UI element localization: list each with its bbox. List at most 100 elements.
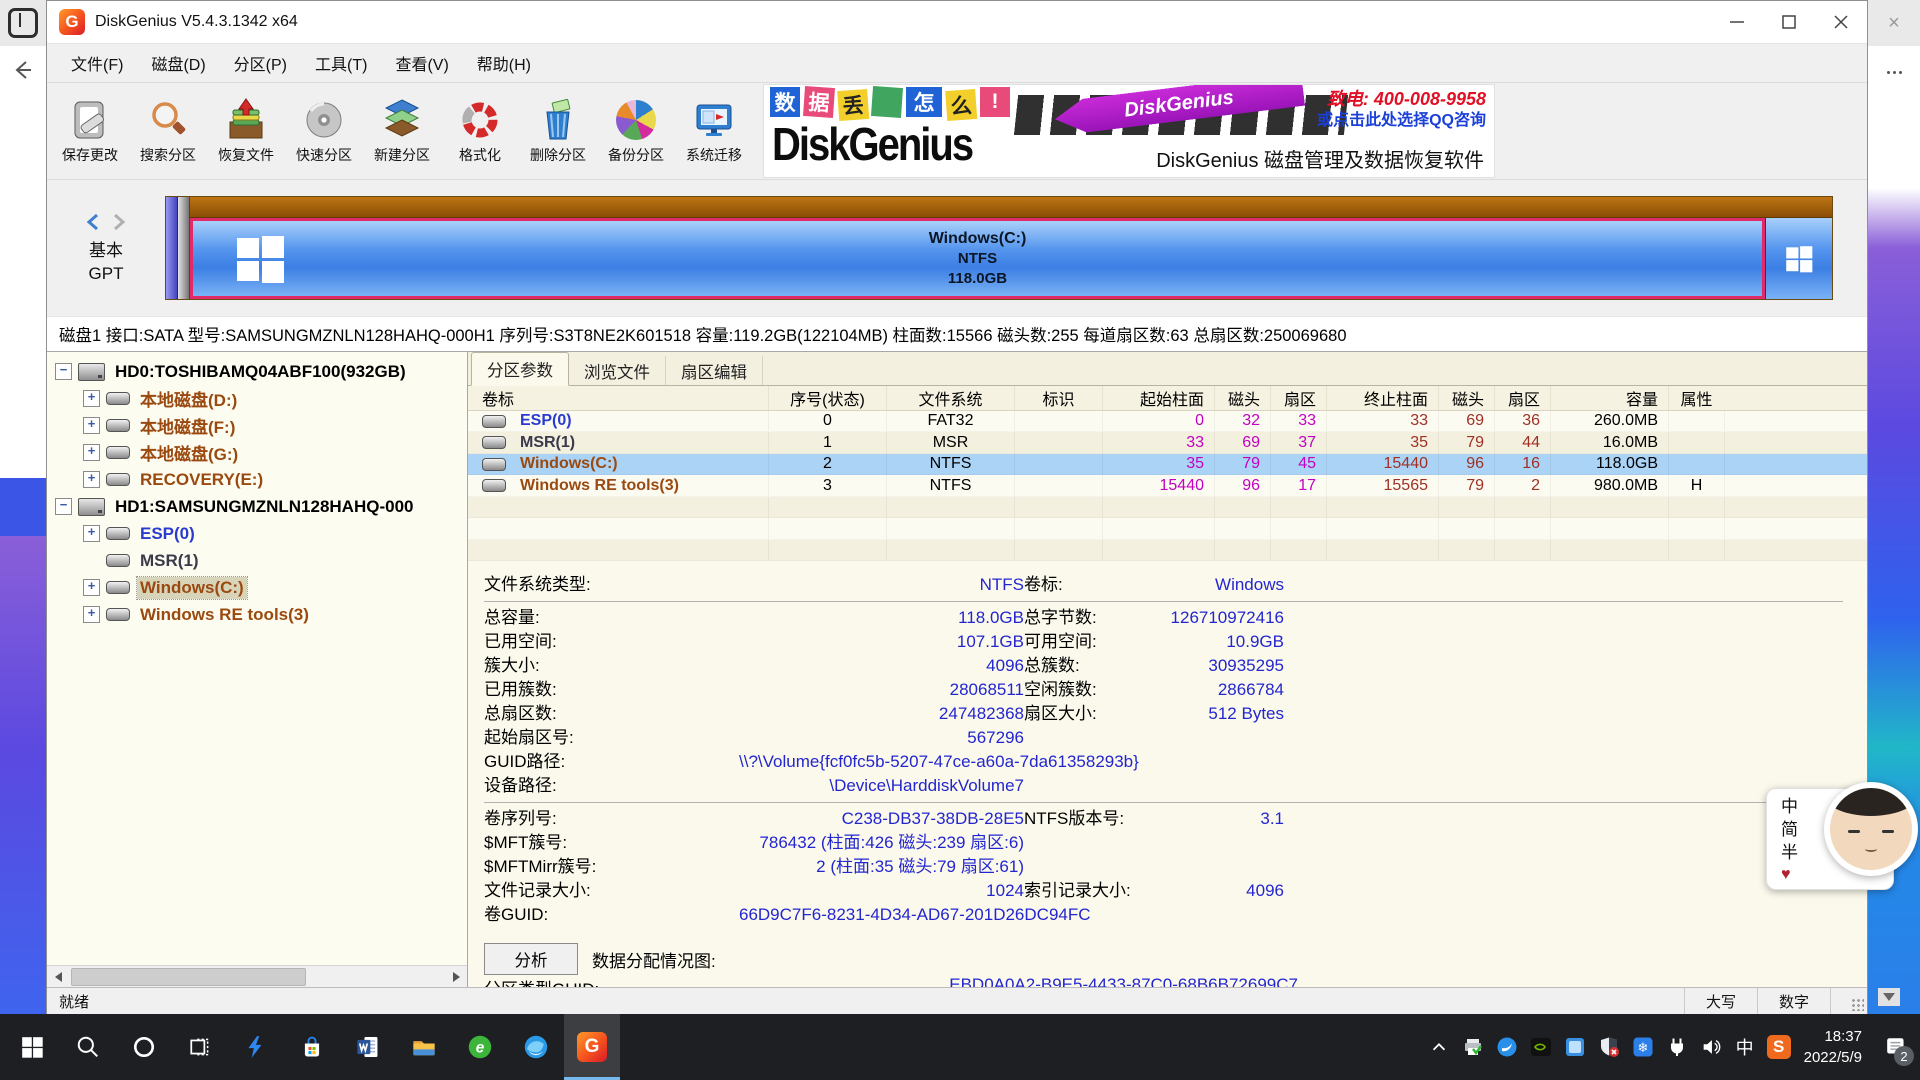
sogou-avatar[interactable]: [1824, 782, 1918, 876]
sogou-input-icon[interactable]: S: [1762, 1014, 1796, 1080]
windows-c-partition-segment[interactable]: Windows(C:) NTFS 118.0GB: [190, 218, 1765, 299]
menu-partition[interactable]: 分区(P): [220, 51, 301, 75]
minimize-button[interactable]: [1711, 1, 1763, 43]
windows-re-partition-segment[interactable]: [1765, 218, 1832, 299]
tree-item-msr[interactable]: MSR(1): [47, 547, 467, 574]
system-migration-button[interactable]: 系统迁移: [675, 86, 753, 176]
task-view-button[interactable]: [172, 1014, 228, 1080]
tree-item-windows-c[interactable]: Windows(C:): [47, 574, 467, 601]
notification-center-button[interactable]: 2: [1874, 1014, 1920, 1080]
prev-disk-icon[interactable]: [86, 213, 100, 231]
tray-emulator-icon[interactable]: [1558, 1014, 1592, 1080]
delete-partition-button[interactable]: 删除分区: [519, 86, 597, 176]
scrollbar-track[interactable]: [69, 966, 445, 987]
menu-view[interactable]: 查看(V): [381, 51, 462, 75]
table-row-esp[interactable]: ESP(0) 0 FAT32 0 32 33 33 69 36 260.0MB: [468, 411, 1867, 432]
banner-tile: 数: [770, 87, 800, 117]
close-button[interactable]: [1815, 1, 1867, 43]
sogou-status-widget[interactable]: 中 简 半: [1766, 782, 1918, 896]
store-icon: [299, 1034, 325, 1060]
banner-qq-link[interactable]: 或点击此处选择QQ咨询: [1317, 111, 1486, 131]
taskbar-clock[interactable]: 18:37 2022/5/9: [1804, 1026, 1862, 1068]
tab-partition-params[interactable]: 分区参数: [471, 352, 569, 386]
collapse-icon[interactable]: [55, 498, 72, 515]
menu-disk[interactable]: 磁盘(D): [137, 51, 219, 75]
quick-partition-button[interactable]: 快速分区: [285, 86, 363, 176]
table-row-windows-c-selected[interactable]: Windows(C:) 2 NTFS 35 79 45 15440 96 16 …: [468, 454, 1867, 475]
recover-files-button[interactable]: 恢复文件: [207, 86, 285, 176]
menu-tools[interactable]: 工具(T): [301, 51, 381, 75]
search-partition-button[interactable]: 搜索分区: [129, 86, 207, 176]
tree-item-windows-re[interactable]: Windows RE tools(3): [47, 601, 467, 628]
horizontal-scrollbar[interactable]: [47, 965, 467, 987]
back-arrow-icon[interactable]: [11, 58, 35, 82]
table-row-msr[interactable]: MSR(1) 1 MSR 33 69 37 35 79 44 16.0MB: [468, 432, 1867, 453]
format-button[interactable]: 格式化: [441, 86, 519, 176]
next-disk-icon[interactable]: [112, 213, 126, 231]
notification-badge: 2: [1894, 1046, 1914, 1066]
menu-file[interactable]: 文件(F): [57, 51, 137, 75]
tree-item-hd1[interactable]: HD1:SAMSUNGMZNLN128HAHQ-000: [47, 493, 467, 520]
tree-item-local-d[interactable]: 本地磁盘(D:): [47, 385, 467, 412]
ad-banner[interactable]: 数 据 丢 怎 么 ! DiskGenius DiskGenius 致电: 40…: [763, 84, 1495, 178]
tree-item-recovery-e[interactable]: RECOVERY(E:): [47, 466, 467, 493]
tray-expand-button[interactable]: [1422, 1014, 1456, 1080]
tray-messenger-icon[interactable]: [1490, 1014, 1524, 1080]
backup-partition-button[interactable]: 备份分区: [597, 86, 675, 176]
expand-icon[interactable]: [83, 579, 100, 596]
table-row-windows-re[interactable]: Windows RE tools(3) 3 NTFS 15440 96 17 1…: [468, 475, 1867, 496]
allocation-map-label: 数据分配情况图:: [592, 947, 716, 972]
word-icon: [355, 1034, 381, 1060]
tray-power-icon[interactable]: [1660, 1014, 1694, 1080]
search-icon: [76, 1035, 100, 1059]
expand-icon[interactable]: [83, 525, 100, 542]
word-button[interactable]: [340, 1014, 396, 1080]
wallpaper-blue-patch: [0, 478, 46, 536]
scrollbar-thumb[interactable]: [71, 968, 306, 986]
tab-sector-edit[interactable]: 扇区编辑: [666, 356, 763, 385]
scroll-left-button[interactable]: [47, 966, 69, 987]
new-partition-button[interactable]: 新建分区: [363, 86, 441, 176]
expand-icon[interactable]: [83, 444, 100, 461]
maximize-button[interactable]: [1763, 1, 1815, 43]
disk-info-line: 磁盘1 接口:SATA 型号:SAMSUNGMZNLN128HAHQ-000H1…: [47, 316, 1867, 351]
tray-security-shield-icon[interactable]: [1592, 1014, 1626, 1080]
ie-browser-button[interactable]: e: [452, 1014, 508, 1080]
tray-printer-icon[interactable]: [1456, 1014, 1490, 1080]
diskgenius-taskbar-button[interactable]: [564, 1014, 620, 1080]
partition-type-guid-row: 分区类型GUID: EBD0A0A2-B9E5-4433-87C0-68B6B7…: [468, 975, 1867, 987]
cortana-button[interactable]: [116, 1014, 172, 1080]
resize-grip[interactable]: [1830, 988, 1867, 1014]
expand-icon[interactable]: [83, 471, 100, 488]
expand-icon[interactable]: [83, 390, 100, 407]
analyze-button[interactable]: 分析: [484, 943, 578, 975]
ime-mode-indicator[interactable]: 中: [1728, 1014, 1762, 1080]
tree-item-hd0[interactable]: HD0:TOSHIBAMQ04ABF100(932GB): [47, 358, 467, 385]
start-button[interactable]: [4, 1014, 60, 1080]
tray-volume-icon[interactable]: [1694, 1014, 1728, 1080]
microsoft-store-button[interactable]: [284, 1014, 340, 1080]
esp-partition-segment[interactable]: [166, 197, 178, 299]
save-changes-button[interactable]: 保存更改: [51, 86, 129, 176]
search-button[interactable]: [60, 1014, 116, 1080]
tray-nvidia-icon[interactable]: [1524, 1014, 1558, 1080]
taskbar: e: [0, 1014, 1920, 1080]
banner-tile: [871, 86, 903, 118]
collapse-icon[interactable]: [55, 363, 72, 380]
tree-item-esp[interactable]: ESP(0): [47, 520, 467, 547]
table-row-empty: [468, 497, 1867, 518]
flash-app-button[interactable]: [228, 1014, 284, 1080]
msr-partition-segment[interactable]: [178, 197, 190, 299]
edge-browser-button[interactable]: [508, 1014, 564, 1080]
expand-icon[interactable]: [83, 606, 100, 623]
menu-help[interactable]: 帮助(H): [463, 51, 545, 75]
desktop: DiskGenius V5.4.3.1342 x64 文件(F) 磁盘(D) 分…: [0, 0, 1920, 1014]
expand-icon[interactable]: [83, 417, 100, 434]
partition-icon: [106, 581, 130, 594]
tab-browse-files[interactable]: 浏览文件: [569, 356, 666, 385]
tray-snowflake-icon[interactable]: ❄: [1626, 1014, 1660, 1080]
file-explorer-button[interactable]: [396, 1014, 452, 1080]
tree-item-local-g[interactable]: 本地磁盘(G:): [47, 439, 467, 466]
tree-item-local-f[interactable]: 本地磁盘(F:): [47, 412, 467, 439]
scroll-right-button[interactable]: [445, 966, 467, 987]
